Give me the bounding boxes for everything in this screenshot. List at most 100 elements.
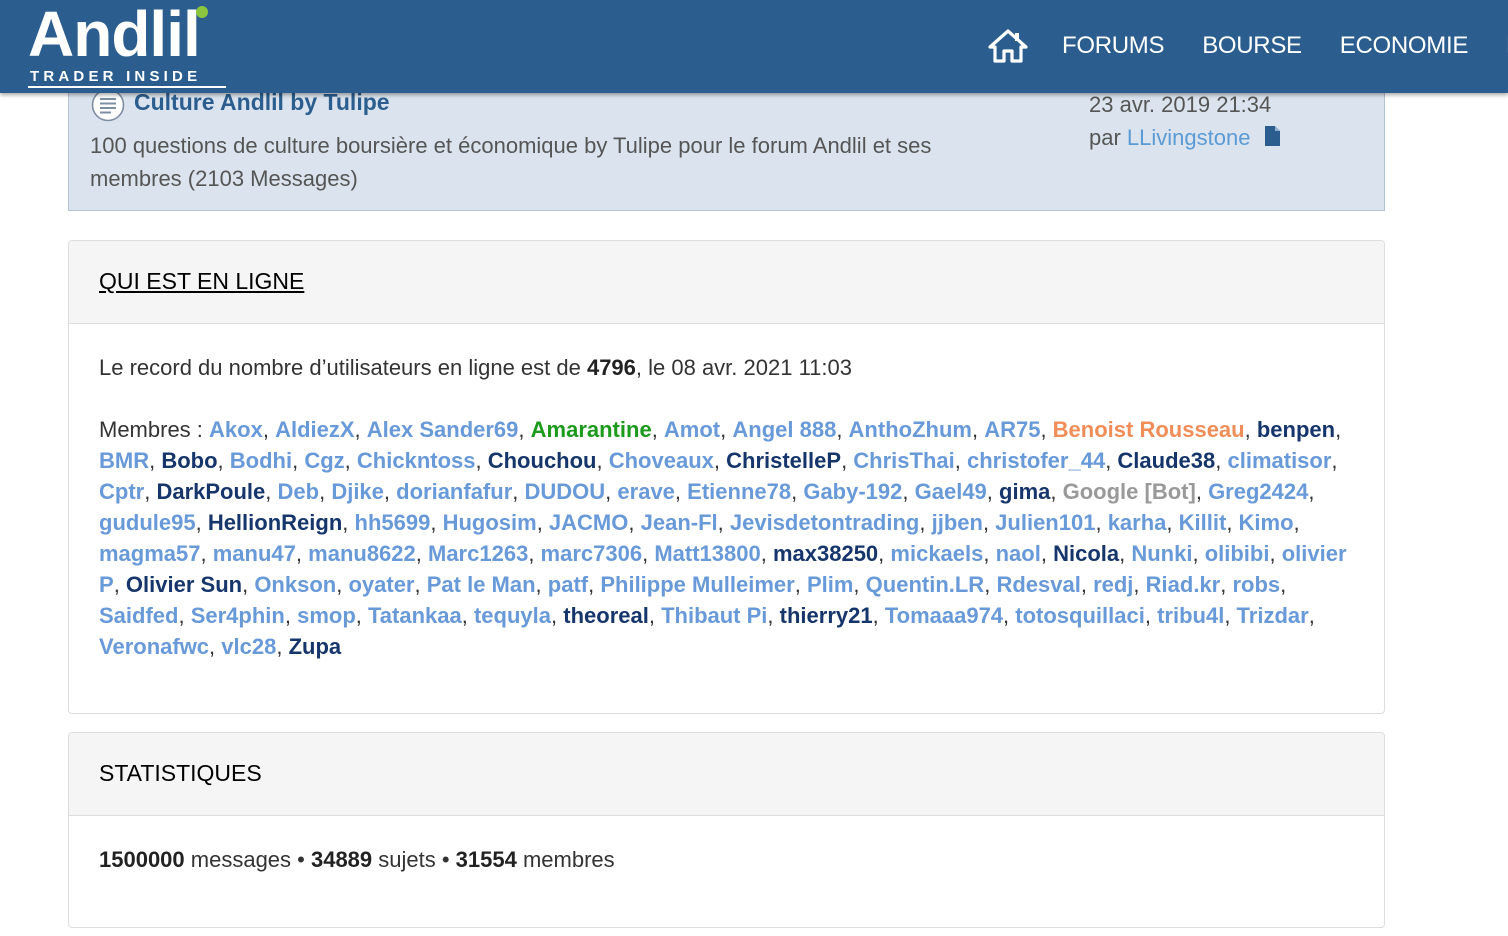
site-logo[interactable]: Andlil TRADER INSIDE — [28, 2, 228, 88]
member-link[interactable]: Greg2424 — [1208, 479, 1308, 504]
member-link[interactable]: olibibi — [1205, 541, 1270, 566]
member-link[interactable]: Saidfed — [99, 603, 178, 628]
member-link[interactable]: Nunki — [1131, 541, 1192, 566]
member-link[interactable]: Hugosim — [443, 510, 537, 535]
member-link[interactable]: marc7306 — [541, 541, 643, 566]
member-link[interactable]: Cgz — [304, 448, 344, 473]
member-link[interactable]: tequyla — [474, 603, 551, 628]
member-link[interactable]: jjben — [932, 510, 983, 535]
view-latest-post-icon[interactable] — [1264, 126, 1280, 146]
forum-description: 100 questions de culture boursière et éc… — [90, 133, 932, 191]
member-link[interactable]: Chouchou — [488, 448, 597, 473]
member-link[interactable]: Amarantine — [531, 417, 652, 442]
member-link[interactable]: Bobo — [161, 448, 217, 473]
member-link[interactable]: Zupa — [289, 634, 342, 659]
home-icon[interactable] — [988, 28, 1028, 64]
member-link[interactable]: Quentin.LR — [866, 572, 985, 597]
last-post-author-link[interactable]: LLivingstone — [1127, 125, 1251, 150]
member-link[interactable]: thierry21 — [780, 603, 873, 628]
topics-count: 34889 — [310, 847, 373, 872]
forum-read-icon — [91, 88, 125, 122]
member-link[interactable]: Djike — [331, 479, 384, 504]
member-link[interactable]: Nicola — [1053, 541, 1119, 566]
member-link[interactable]: oyater — [348, 572, 414, 597]
member-link[interactable]: Amot — [664, 417, 720, 442]
member-link[interactable]: Claude38 — [1117, 448, 1215, 473]
online-members-list: Membres : Akox, AldiezX, Alex Sander69, … — [99, 417, 1347, 659]
member-link[interactable]: ChrisThai — [853, 448, 954, 473]
member-link[interactable]: BMR — [99, 448, 149, 473]
member-link[interactable]: totosquillaci — [1015, 603, 1145, 628]
member-link[interactable]: mickaels — [890, 541, 983, 566]
member-link[interactable]: Tomaaa974 — [885, 603, 1003, 628]
member-link[interactable]: Google [Bot] — [1063, 479, 1196, 504]
member-link[interactable]: robs — [1232, 572, 1280, 597]
member-link[interactable]: smop — [297, 603, 356, 628]
forum-title-link[interactable]: Culture Andlil by Tulipe — [134, 89, 390, 116]
member-link[interactable]: christofer_44 — [967, 448, 1105, 473]
member-link[interactable]: ChristelleP — [726, 448, 841, 473]
member-link[interactable]: erave — [617, 479, 675, 504]
member-link[interactable]: AnthoZhum — [849, 417, 972, 442]
nav-forums[interactable]: FORUMS — [1062, 32, 1165, 60]
member-link[interactable]: Akox — [209, 417, 263, 442]
last-post-by: par LLivingstone — [1089, 121, 1280, 154]
member-link[interactable]: Tatankaa — [368, 603, 462, 628]
member-link[interactable]: Choveaux — [609, 448, 714, 473]
member-link[interactable]: Cptr — [99, 479, 144, 504]
member-link[interactable]: Jean-Fl — [641, 510, 718, 535]
member-link[interactable]: Jevisdetontrading — [730, 510, 919, 535]
member-link[interactable]: gima — [999, 479, 1050, 504]
member-link[interactable]: Rdesval — [996, 572, 1080, 597]
member-link[interactable]: tribu4l — [1157, 603, 1224, 628]
member-link[interactable]: DUDOU — [525, 479, 606, 504]
member-link[interactable]: AR75 — [984, 417, 1040, 442]
member-link[interactable]: Marc1263 — [428, 541, 528, 566]
member-link[interactable]: magma57 — [99, 541, 201, 566]
member-link[interactable]: Benoist Rousseau — [1053, 417, 1245, 442]
member-link[interactable]: Gaby-192 — [803, 479, 902, 504]
member-link[interactable]: Etienne78 — [687, 479, 791, 504]
nav-economie[interactable]: ECONOMIE — [1340, 32, 1469, 60]
member-link[interactable]: Deb — [278, 479, 320, 504]
member-link[interactable]: AldiezX — [275, 417, 354, 442]
member-link[interactable]: redj — [1093, 572, 1133, 597]
member-link[interactable]: Killit — [1179, 510, 1227, 535]
member-link[interactable]: Philippe Mulleimer — [600, 572, 794, 597]
member-link[interactable]: manu8622 — [308, 541, 416, 566]
member-link[interactable]: Pat le Man — [427, 572, 536, 597]
member-link[interactable]: Kimo — [1239, 510, 1294, 535]
member-link[interactable]: Alex Sander69 — [367, 417, 519, 442]
who-is-online-title-link[interactable]: QUI EST EN LIGNE — [99, 268, 304, 295]
member-link[interactable]: Thibaut Pi — [661, 603, 767, 628]
member-link[interactable]: Matt13800 — [654, 541, 760, 566]
member-link[interactable]: Julien101 — [995, 510, 1095, 535]
member-link[interactable]: hh5699 — [355, 510, 431, 535]
member-link[interactable]: theoreal — [563, 603, 649, 628]
member-link[interactable]: max38250 — [773, 541, 878, 566]
member-link[interactable]: Onkson — [254, 572, 336, 597]
member-link[interactable]: Chickntoss — [357, 448, 476, 473]
member-link[interactable]: Olivier Sun — [126, 572, 242, 597]
member-link[interactable]: Ser4phin — [191, 603, 285, 628]
member-link[interactable]: vlc28 — [221, 634, 276, 659]
member-link[interactable]: Trizdar — [1237, 603, 1309, 628]
member-link[interactable]: Bodhi — [230, 448, 292, 473]
member-link[interactable]: Veronafwc — [99, 634, 209, 659]
member-link[interactable]: dorianfafur — [396, 479, 512, 504]
nav-bourse[interactable]: BOURSE — [1202, 32, 1302, 60]
member-link[interactable]: manu47 — [213, 541, 296, 566]
member-link[interactable]: patf — [548, 572, 588, 597]
member-link[interactable]: Angel 888 — [732, 417, 836, 442]
member-link[interactable]: climatisor — [1227, 448, 1331, 473]
member-link[interactable]: Gael49 — [915, 479, 987, 504]
member-link[interactable]: benpen — [1257, 417, 1335, 442]
member-link[interactable]: Plim — [807, 572, 853, 597]
member-link[interactable]: JACMO — [549, 510, 628, 535]
member-link[interactable]: DarkPoule — [156, 479, 265, 504]
member-link[interactable]: gudule95 — [99, 510, 196, 535]
member-link[interactable]: karha — [1108, 510, 1167, 535]
member-link[interactable]: naol — [996, 541, 1041, 566]
member-link[interactable]: Riad.kr — [1146, 572, 1221, 597]
member-link[interactable]: HellionReign — [208, 510, 342, 535]
